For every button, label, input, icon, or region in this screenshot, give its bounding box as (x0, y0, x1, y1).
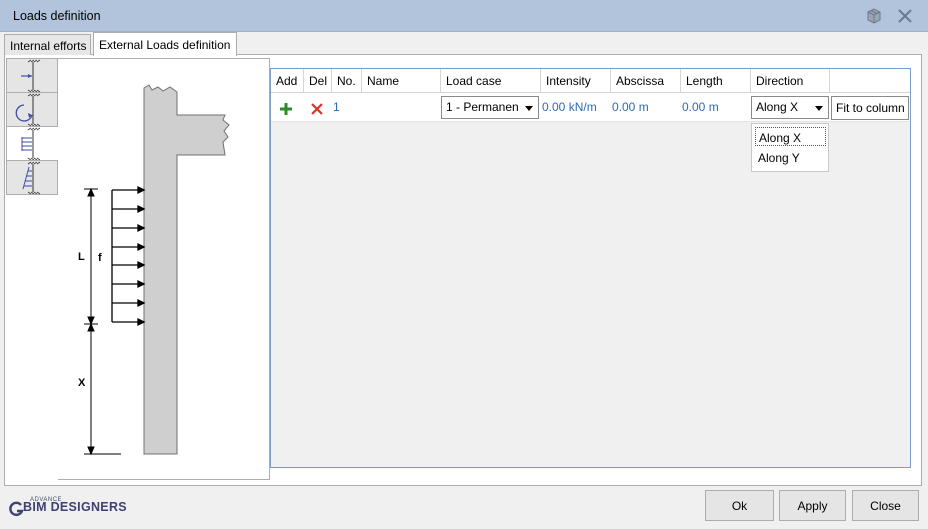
window-title: Loads definition (13, 9, 101, 23)
tab-external-loads-definition[interactable]: External Loads definition (93, 32, 237, 56)
column-header-no[interactable]: No. (332, 69, 362, 93)
help-package-icon[interactable] (864, 6, 884, 26)
distributed-load-arrows (111, 185, 146, 327)
column-header-abscissa[interactable]: Abscissa (611, 69, 681, 93)
ok-button[interactable]: Ok (705, 490, 774, 521)
load-case-select[interactable]: 1 - Permanen (441, 96, 539, 119)
column-header-intensity[interactable]: Intensity (541, 69, 611, 93)
point-force-button[interactable] (6, 58, 58, 93)
trapezoidal-load-button[interactable] (6, 160, 58, 195)
load-case-value: 1 - Permanen (446, 100, 519, 114)
close-button[interactable]: Close (852, 490, 919, 521)
column-header-load-case[interactable]: Load case (441, 69, 541, 93)
column-header-direction[interactable]: Direction (751, 69, 830, 93)
logo-g-icon (9, 501, 24, 517)
column-load-diagram: L f X (78, 84, 230, 456)
tab-internal-efforts[interactable]: Internal efforts (4, 34, 91, 55)
label-f: f (98, 252, 102, 264)
column-header-add[interactable]: Add (271, 69, 304, 93)
trapezoidal-load-icon (22, 161, 41, 195)
dropdown-option-along-y[interactable]: Along Y (755, 148, 826, 167)
apply-button[interactable]: Apply (779, 490, 846, 521)
advance-bim-designers-logo: ADVANCE BIM DESIGNERS (8, 497, 128, 519)
add-row-icon[interactable] (278, 94, 294, 122)
length-value[interactable]: 0.00 m (682, 93, 719, 121)
dropdown-option-along-x[interactable]: Along X (755, 127, 826, 146)
column-header-length[interactable]: Length (681, 69, 751, 93)
column-header-name[interactable]: Name (362, 69, 441, 93)
column-shape (143, 84, 230, 455)
abscissa-value[interactable]: 0.00 m (612, 93, 649, 121)
label-x: X (78, 377, 86, 389)
chevron-down-icon (525, 106, 533, 111)
grid-header: Add Del No. Name Load case Intensity Abs… (271, 69, 910, 93)
table-row[interactable]: 1 1 - Permanen 0.00 kN/m 0.00 m 0.00 m A… (271, 93, 910, 122)
moment-icon (15, 93, 41, 127)
load-sketch-panel: L f X (58, 58, 270, 480)
label-l: L (78, 251, 85, 263)
direction-select[interactable]: Along X (751, 96, 829, 119)
direction-value: Along X (756, 100, 799, 114)
fit-to-column-button[interactable]: Fit to column (831, 96, 909, 120)
logo-main-text: BIM DESIGNERS (23, 500, 127, 514)
delete-row-icon[interactable] (309, 94, 325, 122)
distributed-load-button[interactable] (6, 126, 60, 161)
moment-button[interactable] (6, 92, 58, 127)
intensity-value[interactable]: 0.00 kN/m (542, 93, 597, 121)
column-header-del[interactable]: Del (304, 69, 332, 93)
row-number: 1 (333, 100, 340, 114)
chevron-down-icon (815, 106, 823, 111)
point-force-icon (21, 59, 41, 93)
title-bar: Loads definition (0, 0, 928, 32)
distributed-load-icon (21, 127, 41, 161)
close-icon[interactable] (895, 6, 915, 26)
direction-dropdown-list: Along X Along Y (751, 123, 829, 172)
